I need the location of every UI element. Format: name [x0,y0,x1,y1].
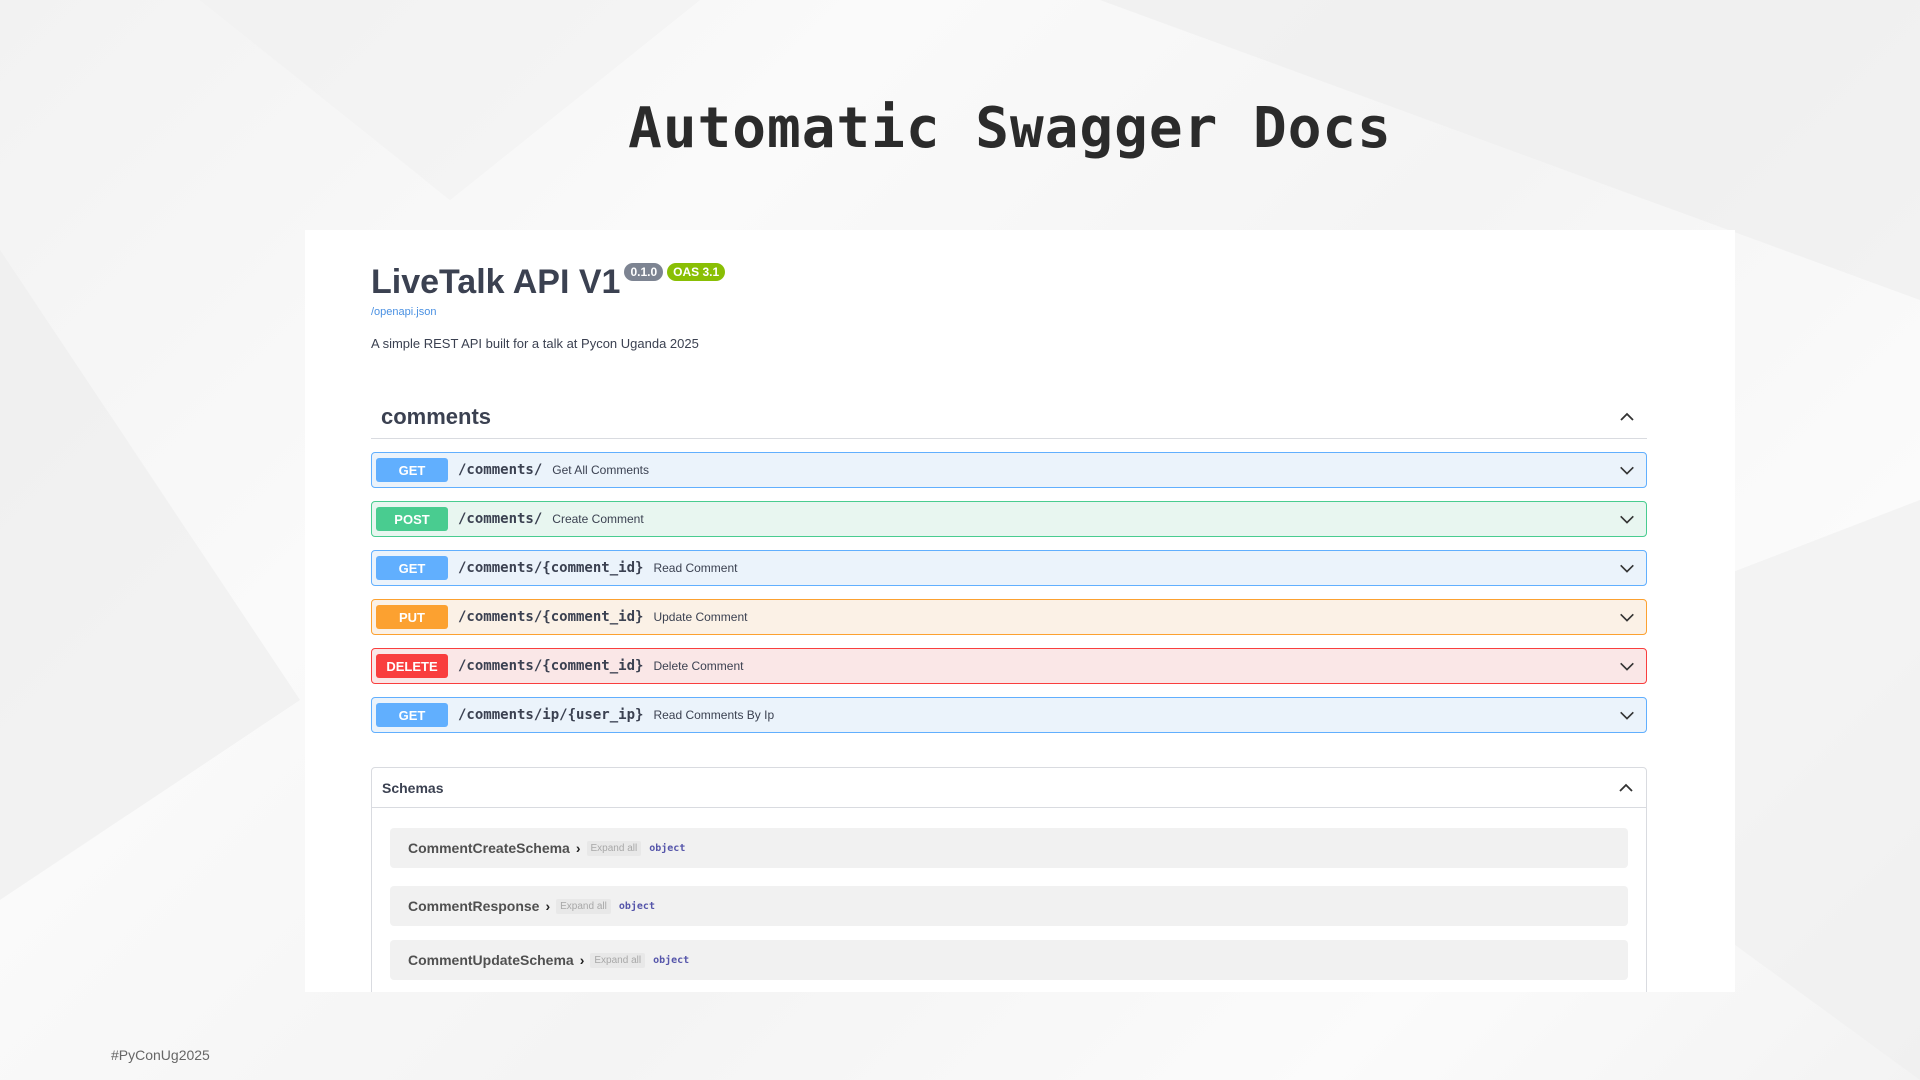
operation-summary: Read Comment [653,561,738,575]
method-badge: PUT [376,605,448,629]
operation-get-comments-by-ip[interactable]: GET /comments/ip/{user_ip} Read Comments… [371,697,1647,733]
chevron-down-icon[interactable] [1618,608,1636,626]
operation-path: /comments/{comment_id} [458,560,644,576]
expand-all-button[interactable]: Expand all [590,952,646,968]
schema-type: object [618,900,655,912]
schemas-header[interactable]: Schemas [372,768,1646,808]
api-title-row: LiveTalk API V1 0.1.0 OAS 3.1 [371,260,1671,304]
api-info: LiveTalk API V1 0.1.0 OAS 3.1 /openapi.j… [371,260,1671,351]
schema-type: object [649,842,686,854]
schemas-title: Schemas [382,779,444,796]
method-badge: GET [376,703,448,727]
operation-summary: Delete Comment [653,659,744,673]
schema-row[interactable]: CommentCreateSchema › Expand all object [390,828,1628,868]
operation-path: /comments/ [458,511,543,527]
oas-badge: OAS 3.1 [667,263,726,281]
chevron-down-icon[interactable] [1618,510,1636,528]
chevron-down-icon[interactable] [1618,657,1636,675]
chevron-right-icon[interactable]: › [545,898,550,914]
method-badge: POST [376,507,448,531]
api-description: A simple REST API built for a talk at Py… [371,336,699,351]
tag-name: comments [381,403,492,429]
swagger-panel: LiveTalk API V1 0.1.0 OAS 3.1 /openapi.j… [305,230,1735,992]
chevron-up-icon[interactable] [1616,778,1636,798]
chevron-right-icon[interactable]: › [580,952,585,968]
method-badge: DELETE [376,654,448,678]
openapi-spec-link[interactable]: /openapi.json [371,306,1671,318]
schema-name[interactable]: CommentUpdateSchema [408,952,574,968]
schema-row[interactable]: CommentResponse › Expand all object [390,886,1628,926]
chevron-down-icon[interactable] [1618,559,1636,577]
api-title: LiveTalk API V1 [371,263,621,301]
tag-section-comments: comments GET /comments/ Get All Comments… [371,395,1647,733]
operation-path: /comments/ip/{user_ip} [458,707,644,723]
schemas-section: Schemas CommentCreateSchema › Expand all… [371,767,1647,992]
footer-hashtag: #PyConUg2025 [111,1047,210,1063]
operation-get-comments[interactable]: GET /comments/ Get All Comments [371,452,1647,488]
method-badge: GET [376,556,448,580]
operation-path: /comments/{comment_id} [458,658,644,674]
schema-type: object [653,954,690,966]
chevron-down-icon[interactable] [1618,706,1636,724]
operation-summary: Get All Comments [552,463,649,477]
operation-delete-comment[interactable]: DELETE /comments/{comment_id} Delete Com… [371,648,1647,684]
chevron-down-icon[interactable] [1618,461,1636,479]
expand-all-button[interactable]: Expand all [556,898,611,914]
operation-path: /comments/ [458,462,543,478]
schema-row[interactable]: CommentUpdateSchema › Expand all object [390,940,1628,980]
tag-header[interactable]: comments [371,395,1647,439]
operation-summary: Read Comments By Ip [653,708,775,722]
schema-name[interactable]: CommentCreateSchema [408,840,570,856]
slide-title: Automatic Swagger Docs [628,96,1392,161]
chevron-right-icon[interactable]: › [576,840,581,856]
version-badge: 0.1.0 [624,263,664,281]
operation-summary: Create Comment [552,512,644,526]
operation-summary: Update Comment [653,610,748,624]
operation-get-comment[interactable]: GET /comments/{comment_id} Read Comment [371,550,1647,586]
schema-name[interactable]: CommentResponse [408,898,539,914]
operation-put-comment[interactable]: PUT /comments/{comment_id} Update Commen… [371,599,1647,635]
operation-path: /comments/{comment_id} [458,609,644,625]
expand-all-button[interactable]: Expand all [586,840,642,856]
chevron-up-icon[interactable] [1617,407,1637,427]
operation-post-comments[interactable]: POST /comments/ Create Comment [371,501,1647,537]
method-badge: GET [376,458,448,482]
